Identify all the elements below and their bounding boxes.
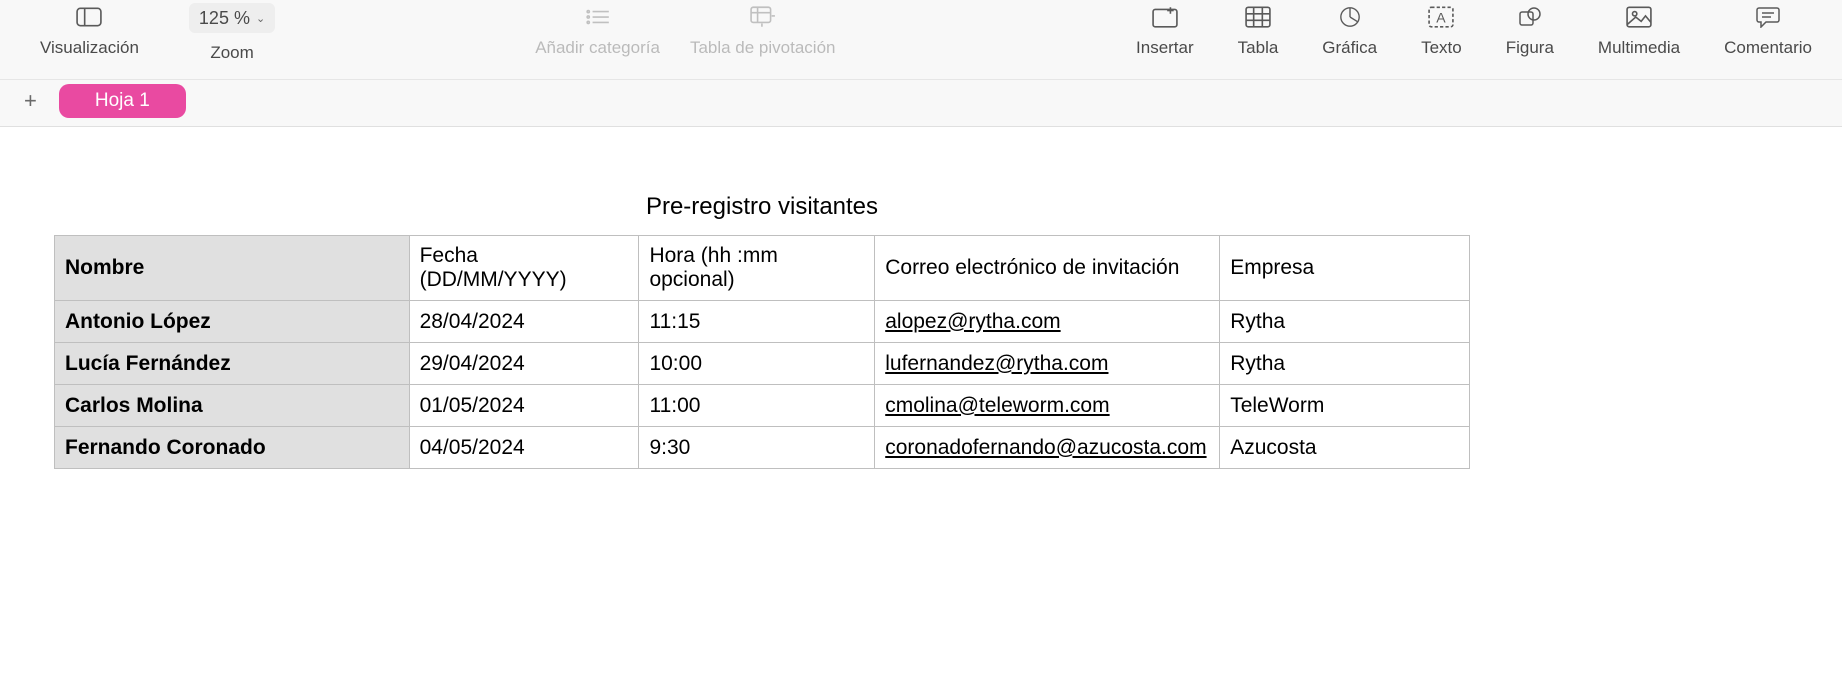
view-button[interactable]: Visualización (40, 6, 139, 63)
shape-icon (1516, 6, 1544, 28)
cell-time[interactable]: 10:00 (639, 343, 875, 385)
view-label: Visualización (40, 38, 139, 58)
pivot-icon (749, 6, 777, 28)
zoom-button[interactable]: 125 % ⌄ Zoom (189, 6, 275, 63)
pivot-label: Tabla de pivotación (690, 38, 836, 58)
email-link[interactable]: alopez@rytha.com (885, 310, 1060, 333)
add-category-button: Añadir categoría (535, 6, 660, 58)
cell-date[interactable]: 04/05/2024 (409, 427, 639, 469)
visitor-table[interactable]: Nombre Fecha (DD/MM/YYYY) Hora (hh :mm o… (54, 235, 1470, 469)
cell-time[interactable]: 9:30 (639, 427, 875, 469)
comment-label: Comentario (1724, 38, 1812, 58)
cell-date[interactable]: 28/04/2024 (409, 301, 639, 343)
table-label: Tabla (1238, 38, 1279, 58)
table-row[interactable]: Fernando Coronado04/05/20249:30 coronadof… (55, 427, 1470, 469)
list-icon (584, 6, 612, 28)
shape-button[interactable]: Figura (1506, 6, 1554, 58)
cell-time[interactable]: 11:15 (639, 301, 875, 343)
toolbar-center: Añadir categoría Tabla de pivotación (535, 6, 835, 58)
image-icon (1625, 6, 1653, 28)
header-date[interactable]: Fecha (DD/MM/YYYY) (409, 236, 639, 301)
zoom-pill[interactable]: 125 % ⌄ (189, 3, 275, 33)
cell-time[interactable]: 11:00 (639, 385, 875, 427)
toolbar-right: Insertar Tabla Gráfica A Texto Figura (1136, 6, 1842, 58)
cell-company[interactable]: TeleWorm (1220, 385, 1470, 427)
email-link[interactable]: cmolina@teleworm.com (885, 394, 1109, 417)
email-link[interactable]: lufernandez@rytha.com (885, 352, 1108, 375)
sheet-bar: + Hoja 1 (0, 80, 1842, 127)
insert-label: Insertar (1136, 38, 1194, 58)
insert-button[interactable]: Insertar (1136, 6, 1194, 58)
pivot-table-button: Tabla de pivotación (690, 6, 836, 58)
cell-email[interactable]: cmolina@teleworm.com (875, 385, 1220, 427)
table-icon (1244, 6, 1272, 28)
cell-email[interactable]: coronadofernando@azucosta.com (875, 427, 1220, 469)
cell-name[interactable]: Lucía Fernández (55, 343, 410, 385)
cell-date[interactable]: 29/04/2024 (409, 343, 639, 385)
table-row[interactable]: Lucía Fernández29/04/202410:00 lufernande… (55, 343, 1470, 385)
comment-icon (1754, 6, 1782, 28)
email-link[interactable]: coronadofernando@azucosta.com (885, 436, 1206, 459)
media-button[interactable]: Multimedia (1598, 6, 1680, 58)
header-time[interactable]: Hora (hh :mm opcional) (639, 236, 875, 301)
table-row[interactable]: Carlos Molina01/05/202411:00 cmolina@tele… (55, 385, 1470, 427)
chevron-down-icon: ⌄ (256, 12, 265, 25)
text-button[interactable]: A Texto (1421, 6, 1462, 58)
zoom-value: 125 % (199, 8, 250, 29)
cell-name[interactable]: Carlos Molina (55, 385, 410, 427)
chart-button[interactable]: Gráfica (1322, 6, 1377, 58)
cell-company[interactable]: Rytha (1220, 301, 1470, 343)
sheet-tab-active[interactable]: Hoja 1 (59, 84, 186, 118)
table-button[interactable]: Tabla (1238, 6, 1279, 58)
zoom-label: Zoom (210, 43, 253, 63)
table-title[interactable]: Pre-registro visitantes (54, 193, 1470, 221)
toolbar-left: Visualización 125 % ⌄ Zoom (0, 6, 275, 63)
cell-name[interactable]: Fernando Coronado (55, 427, 410, 469)
header-email[interactable]: Correo electrónico de invitación (875, 236, 1220, 301)
cell-email[interactable]: lufernandez@rytha.com (875, 343, 1220, 385)
header-name[interactable]: Nombre (55, 236, 410, 301)
text-label: Texto (1421, 38, 1462, 58)
text-icon: A (1427, 6, 1455, 28)
add-sheet-button[interactable]: + (18, 90, 43, 112)
shape-label: Figura (1506, 38, 1554, 58)
sidebar-icon (75, 6, 103, 28)
cell-date[interactable]: 01/05/2024 (409, 385, 639, 427)
cell-company[interactable]: Rytha (1220, 343, 1470, 385)
table-row[interactable]: Antonio López28/04/202411:15 alopez@rytha… (55, 301, 1470, 343)
toolbar: Visualización 125 % ⌄ Zoom Añadir catego… (0, 0, 1842, 80)
chart-icon (1336, 6, 1364, 28)
canvas[interactable]: Pre-registro visitantes Nombre Fecha (DD… (0, 127, 1842, 509)
header-company[interactable]: Empresa (1220, 236, 1470, 301)
comment-button[interactable]: Comentario (1724, 6, 1812, 58)
insert-icon (1151, 6, 1179, 28)
svg-text:A: A (1437, 9, 1447, 25)
media-label: Multimedia (1598, 38, 1680, 58)
chart-label: Gráfica (1322, 38, 1377, 58)
cell-company[interactable]: Azucosta (1220, 427, 1470, 469)
table-header-row[interactable]: Nombre Fecha (DD/MM/YYYY) Hora (hh :mm o… (55, 236, 1470, 301)
add-category-label: Añadir categoría (535, 38, 660, 58)
cell-name[interactable]: Antonio López (55, 301, 410, 343)
cell-email[interactable]: alopez@rytha.com (875, 301, 1220, 343)
